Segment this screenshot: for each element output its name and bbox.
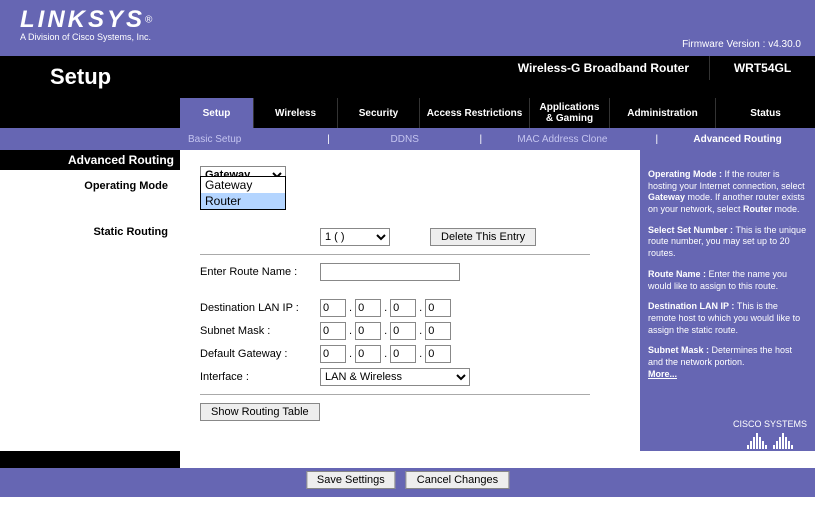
mask-octet-2[interactable] bbox=[355, 322, 381, 340]
route-number-select[interactable]: 1 ( ) bbox=[320, 228, 390, 246]
registered-mark: ® bbox=[145, 14, 152, 25]
bottom-bar: CISCO SYSTEMS Save Settings Cancel Chang… bbox=[0, 451, 815, 497]
subtab-advanced-routing[interactable]: Advanced Routing bbox=[685, 134, 789, 145]
subtab-separator: | bbox=[478, 134, 485, 145]
brand-division: A Division of Cisco Systems, Inc. bbox=[20, 32, 152, 42]
side-section-header: Advanced Routing bbox=[0, 150, 180, 170]
route-name-input[interactable] bbox=[320, 263, 460, 281]
sub-tabs-row: Basic Setup | DDNS | MAC Address Clone |… bbox=[0, 128, 815, 150]
model-number: WRT54GL bbox=[709, 56, 815, 80]
interface-select[interactable]: LAN & Wireless bbox=[320, 368, 470, 386]
gw-octet-1[interactable] bbox=[320, 345, 346, 363]
label-subnet-mask: Subnet Mask : bbox=[200, 325, 320, 337]
label-destination-ip: Destination LAN IP : bbox=[200, 302, 320, 314]
main-tabs: Setup Wireless Security Access Restricti… bbox=[180, 98, 815, 128]
product-name: Wireless-G Broadband Router bbox=[180, 56, 709, 80]
label-default-gateway: Default Gateway : bbox=[200, 348, 320, 360]
content-row: Advanced Routing Operating Mode Static R… bbox=[0, 150, 815, 451]
section-title: Setup bbox=[0, 56, 180, 98]
label-static-routing: Static Routing bbox=[0, 216, 180, 238]
subtab-ddns[interactable]: DDNS bbox=[383, 134, 427, 145]
help-panel: Operating Mode : If the router is hostin… bbox=[640, 150, 815, 451]
tab-security[interactable]: Security bbox=[338, 98, 420, 128]
header-row: Setup Wireless-G Broadband Router WRT54G… bbox=[0, 56, 815, 98]
cisco-logo-text: CISCO SYSTEMS bbox=[733, 419, 807, 429]
gw-octet-3[interactable] bbox=[390, 345, 416, 363]
tab-setup[interactable]: Setup bbox=[180, 98, 254, 128]
firmware-version: Firmware Version : v4.30.0 bbox=[682, 39, 801, 50]
dest-ip-octet-1[interactable] bbox=[320, 299, 346, 317]
operating-mode-option-gateway[interactable]: Gateway bbox=[201, 177, 285, 193]
cisco-bars-icon bbox=[733, 431, 807, 449]
gw-octet-4[interactable] bbox=[425, 345, 451, 363]
help-operating-mode: Operating Mode : If the router is hostin… bbox=[648, 169, 807, 216]
tab-applications-gaming[interactable]: Applications & Gaming bbox=[530, 98, 610, 128]
subtab-separator: | bbox=[325, 134, 332, 145]
mask-octet-1[interactable] bbox=[320, 322, 346, 340]
subtab-mac-clone[interactable]: MAC Address Clone bbox=[509, 134, 615, 145]
help-more-link[interactable]: More... bbox=[648, 369, 677, 379]
subtab-basic-setup[interactable]: Basic Setup bbox=[180, 134, 249, 145]
tab-administration[interactable]: Administration bbox=[610, 98, 716, 128]
label-operating-mode: Operating Mode bbox=[0, 170, 180, 192]
label-interface: Interface : bbox=[200, 371, 320, 383]
gw-octet-2[interactable] bbox=[355, 345, 381, 363]
dest-ip-octet-3[interactable] bbox=[390, 299, 416, 317]
help-route-name: Route Name : Enter the name you would li… bbox=[648, 269, 807, 292]
dest-ip-octet-2[interactable] bbox=[355, 299, 381, 317]
save-settings-button[interactable]: Save Settings bbox=[306, 471, 396, 489]
mask-octet-3[interactable] bbox=[390, 322, 416, 340]
help-destination-ip: Destination LAN IP : This is the remote … bbox=[648, 301, 807, 336]
delete-entry-button[interactable]: Delete This Entry bbox=[430, 228, 536, 246]
divider bbox=[200, 254, 590, 255]
divider bbox=[200, 394, 590, 395]
tab-wireless[interactable]: Wireless bbox=[254, 98, 338, 128]
brand-name: LINKSYS bbox=[20, 6, 145, 33]
help-set-number: Select Set Number : This is the unique r… bbox=[648, 225, 807, 260]
cisco-logo: CISCO SYSTEMS bbox=[733, 419, 807, 449]
tab-access-restrictions[interactable]: Access Restrictions bbox=[420, 98, 530, 128]
cancel-changes-button[interactable]: Cancel Changes bbox=[406, 471, 509, 489]
top-banner: LINKSYS® A Division of Cisco Systems, In… bbox=[0, 0, 815, 56]
operating-mode-dropdown-open: Gateway Router bbox=[200, 176, 286, 210]
side-label-column: Advanced Routing Operating Mode Static R… bbox=[0, 150, 180, 451]
section-title-text: Setup bbox=[50, 64, 111, 89]
dest-ip-octet-4[interactable] bbox=[425, 299, 451, 317]
main-tabs-row: Setup Wireless Security Access Restricti… bbox=[0, 98, 815, 128]
show-routing-table-button[interactable]: Show Routing Table bbox=[200, 403, 320, 421]
help-subnet-mask: Subnet Mask : Determines the host and th… bbox=[648, 345, 807, 380]
tab-status[interactable]: Status bbox=[716, 98, 815, 128]
mask-octet-4[interactable] bbox=[425, 322, 451, 340]
brand-logo: LINKSYS® A Division of Cisco Systems, In… bbox=[20, 6, 152, 42]
operating-mode-option-router[interactable]: Router bbox=[201, 193, 285, 209]
subtab-separator: | bbox=[653, 134, 660, 145]
label-route-name: Enter Route Name : bbox=[200, 266, 320, 278]
main-panel: Gateway Gateway Router 1 ( ) Delete This… bbox=[180, 150, 640, 451]
